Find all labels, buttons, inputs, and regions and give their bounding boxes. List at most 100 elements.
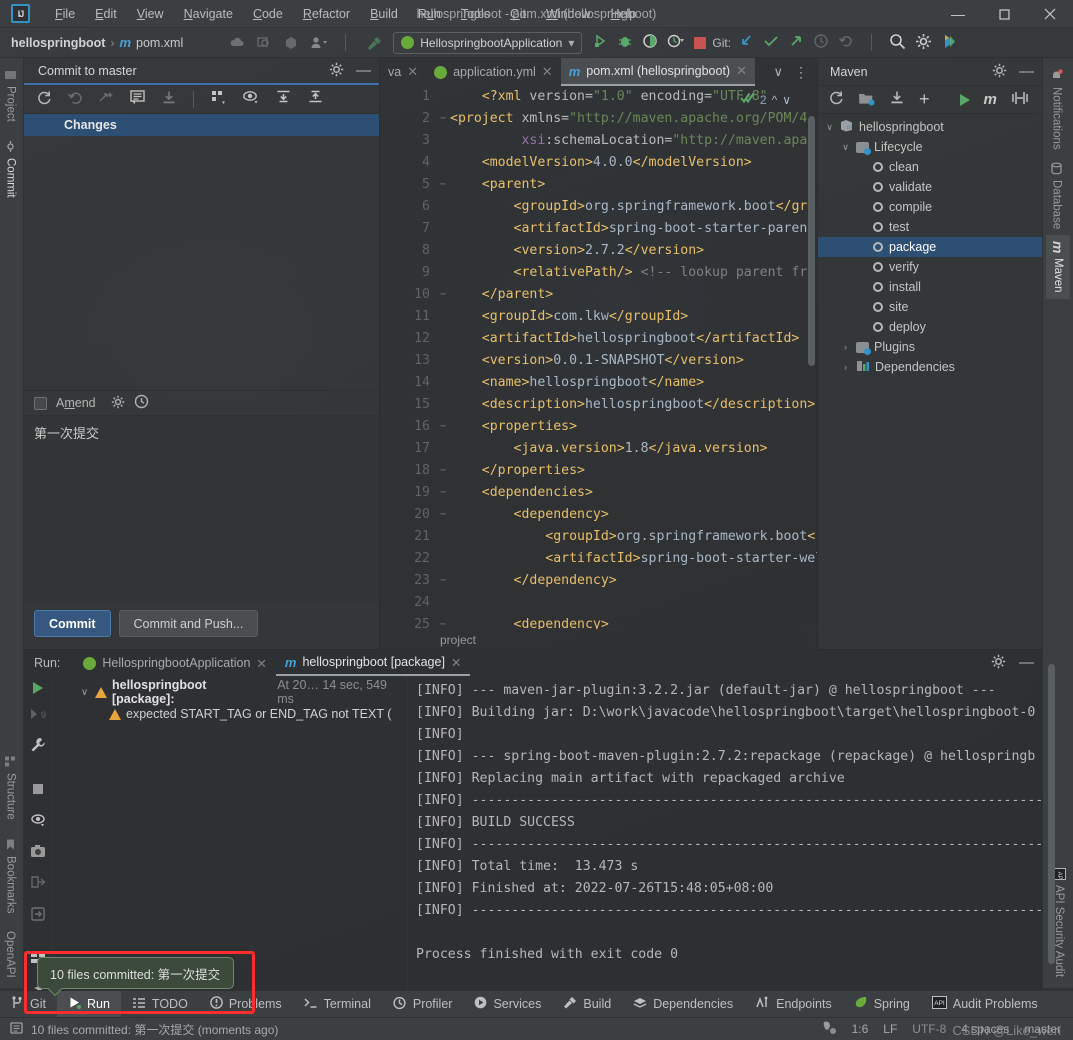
code-line[interactable]: <dependency> — [450, 614, 817, 629]
run-tab-package[interactable]: m hellospringboot [package] ✕ — [275, 650, 471, 676]
fold-toggle-icon[interactable]: − — [436, 504, 450, 526]
next-problem-icon[interactable]: ∨ — [782, 89, 791, 111]
line-number[interactable]: 12 — [380, 328, 436, 350]
fold-toggle-icon[interactable]: − — [436, 284, 450, 306]
menu-item-refactor[interactable]: Refactor — [294, 3, 359, 25]
maven-hide-icon[interactable]: — — [1019, 64, 1034, 79]
line-number[interactable]: 22 — [380, 548, 436, 570]
maven-tree-item-site[interactable]: site — [818, 297, 1042, 317]
chevron-down-icon[interactable]: ▾ — [568, 36, 574, 50]
line-number[interactable]: 17 — [380, 438, 436, 460]
chevron-right-icon[interactable]: › — [840, 342, 851, 352]
line-number[interactable]: 4 — [380, 152, 436, 174]
maven-project-tree[interactable]: ∨ m hellospringboot ∨ Lifecycle clean validate… — [818, 114, 1042, 649]
run-tree-child[interactable]: expected START_TAG or END_TAG not TEXT ( — [53, 703, 407, 725]
console-scrollbar[interactable] — [1048, 664, 1055, 964]
run-icon[interactable] — [592, 33, 608, 52]
run-maven-goal-icon[interactable] — [959, 93, 970, 106]
bottom-bar-item-terminal[interactable]: Terminal — [293, 991, 382, 1018]
close-icon[interactable]: ✕ — [542, 64, 553, 80]
code-line[interactable] — [450, 592, 817, 614]
line-number[interactable]: 18 — [380, 460, 436, 482]
maven-tree-item-package[interactable]: package — [818, 237, 1042, 257]
menu-item-navigate[interactable]: Navigate — [175, 3, 242, 25]
code-line[interactable]: <modelVersion>4.0.0</modelVersion> — [450, 152, 817, 174]
bottom-bar-item-git[interactable]: Git — [0, 991, 57, 1018]
fold-toggle-icon[interactable]: − — [436, 482, 450, 504]
maven-tree-item-clean[interactable]: clean — [818, 157, 1042, 177]
account-icon[interactable] — [310, 35, 328, 51]
fold-toggle-icon[interactable]: − — [436, 570, 450, 592]
previous-problem-icon[interactable]: ^ — [772, 89, 778, 111]
run-configuration-selector[interactable]: HellospringbootApplication ▾ — [393, 31, 583, 54]
line-number[interactable]: 23 — [380, 570, 436, 592]
diff-icon[interactable] — [129, 89, 146, 109]
menu-item-edit[interactable]: Edit — [86, 3, 126, 25]
code-folding-gutter[interactable]: − − − − − − − − − — [436, 86, 450, 629]
rerun-failed-tests-icon[interactable]: 9 — [30, 707, 46, 724]
maven-tree-item-compile[interactable]: compile — [818, 197, 1042, 217]
commit-history-clock-icon[interactable] — [134, 394, 149, 412]
coverage-icon[interactable] — [642, 33, 658, 52]
code-editor[interactable]: 2 ^ ∨ 1 2 3 4 5 6 7 8 9 10 11 12 13 14 15 16 17 18 19 20 21 2… — [380, 86, 817, 629]
bottom-bar-item-run[interactable]: Run — [56, 990, 121, 1018]
line-number[interactable]: 11 — [380, 306, 436, 328]
commit-notification-popup[interactable]: 10 files committed: 第一次提交 — [37, 957, 234, 989]
editor-tab-pom-xml[interactable]: m pom.xml (hellospringboot) ✕ — [560, 58, 755, 86]
status-message[interactable]: 10 files committed: 第一次提交 (moments ago) — [31, 1021, 278, 1038]
code-line[interactable]: <java.version>1.8</java.version> — [450, 438, 817, 460]
fold-toggle-icon[interactable]: − — [436, 614, 450, 629]
chevron-down-icon[interactable]: ∨ — [79, 687, 90, 698]
breadcrumb-project[interactable]: hellospringboot — [11, 36, 105, 50]
code-line[interactable]: <name>hellospringboot</name> — [450, 372, 817, 394]
menu-item-window[interactable]: Window — [537, 3, 599, 25]
maven-m-icon[interactable]: m — [984, 91, 997, 108]
group-by-icon[interactable] — [210, 89, 227, 109]
run-result-tree[interactable]: ∨ hellospringboot [package]: At 20… 14 s… — [53, 676, 408, 990]
close-icon[interactable]: ✕ — [256, 656, 266, 671]
add-maven-project-icon[interactable] — [858, 91, 875, 109]
close-icon[interactable]: ✕ — [736, 63, 747, 79]
search-everywhere-icon[interactable] — [256, 35, 272, 51]
rollback-icon[interactable] — [838, 33, 854, 52]
line-number[interactable]: 13 — [380, 350, 436, 372]
bottom-bar-item-audit-problems[interactable]: API Audit Problems — [921, 991, 1049, 1018]
code-line[interactable]: <relativePath/> <!-- lookup parent fro — [450, 262, 817, 284]
rollback-icon[interactable] — [67, 90, 83, 109]
code-line[interactable]: <artifactId>spring-boot-starter-parent — [450, 218, 817, 240]
chevron-down-icon[interactable]: ∨ — [840, 142, 851, 153]
bottom-bar-item-todo[interactable]: TODO — [121, 991, 199, 1018]
inspection-widget[interactable]: 2 ^ ∨ — [740, 89, 791, 111]
line-number[interactable]: 25 — [380, 614, 436, 629]
bottom-bar-item-services[interactable]: Services — [463, 991, 552, 1018]
expand-all-icon[interactable] — [275, 89, 292, 109]
code-line[interactable]: <artifactId>spring-boot-starter-wel — [450, 548, 817, 570]
stop-icon[interactable] — [694, 36, 707, 49]
maven-tree-item-dependencies[interactable]: › Dependencies — [818, 357, 1042, 377]
line-number[interactable]: 19 — [380, 482, 436, 504]
line-number[interactable]: 3 — [380, 130, 436, 152]
sidebar-item-bookmarks[interactable]: Bookmarks — [4, 832, 17, 920]
import-icon[interactable] — [30, 906, 46, 925]
menu-item-tools[interactable]: Tools — [452, 3, 499, 25]
line-number[interactable]: 14 — [380, 372, 436, 394]
code-line[interactable]: xsi:schemaLocation="http://maven.apac — [450, 130, 817, 152]
screenshot-icon[interactable] — [30, 844, 46, 861]
run-console-output[interactable]: [INFO] --- maven-jar-plugin:3.2.2.jar (d… — [408, 676, 1042, 990]
menu-item-view[interactable]: View — [128, 3, 173, 25]
sidebar-item-maven[interactable]: m Maven — [1046, 234, 1070, 299]
build-hammer-icon[interactable] — [365, 35, 382, 51]
code-line[interactable]: </dependency> — [450, 570, 817, 592]
settings-wrench-icon[interactable] — [30, 737, 46, 756]
shelve-icon[interactable] — [98, 90, 114, 109]
sidebar-item-notifications[interactable]: Notifications — [1046, 63, 1067, 156]
line-number[interactable]: 7 — [380, 218, 436, 240]
minimize-button[interactable]: — — [935, 0, 981, 28]
run-tab-application[interactable]: HellospringbootApplication ✕ — [74, 650, 276, 676]
menu-item-git[interactable]: Git — [501, 3, 535, 25]
amend-label[interactable]: Amend — [56, 396, 96, 410]
event-log-icon[interactable] — [10, 1021, 24, 1038]
history-icon[interactable] — [813, 33, 829, 52]
close-icon[interactable]: ✕ — [407, 64, 418, 80]
profiler-icon[interactable] — [667, 33, 685, 52]
